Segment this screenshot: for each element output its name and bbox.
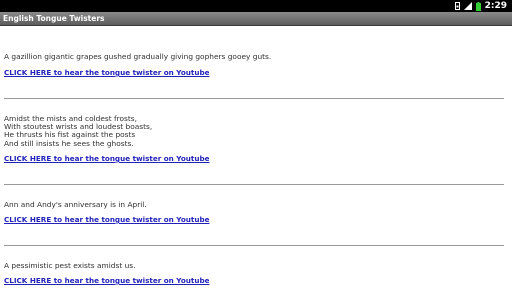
youtube-link[interactable]: CLICK HERE to hear the tongue twister on… xyxy=(4,69,209,77)
clock: 2:29 xyxy=(484,1,507,11)
youtube-link[interactable]: CLICK HERE to hear the tongue twister on… xyxy=(4,216,209,224)
divider xyxy=(4,184,504,185)
twister-line: And still insists he sees the ghosts. xyxy=(4,138,134,148)
divider xyxy=(4,98,504,99)
status-bar: 2:29 xyxy=(0,0,512,12)
app-title-bar: English Tongue Twisters xyxy=(0,12,512,26)
twister-text: Amidst the mists and coldest frosts, Wit… xyxy=(4,114,152,148)
youtube-link[interactable]: CLICK HERE to hear the tongue twister on… xyxy=(4,155,209,163)
twister-text: A pessimistic pest exists amidst us. xyxy=(4,261,136,270)
divider xyxy=(4,245,504,246)
twister-text: Ann and Andy's anniversary is in April. xyxy=(4,200,147,209)
signal-icon xyxy=(463,2,472,10)
status-icons: 2:29 xyxy=(454,0,507,12)
battery-icon xyxy=(475,1,481,11)
app-title: English Tongue Twisters xyxy=(3,14,105,23)
twister-text: A gazillion gigantic grapes gushed gradu… xyxy=(4,52,272,61)
twister-list[interactable]: A gazillion gigantic grapes gushed gradu… xyxy=(0,27,512,300)
sim-icon xyxy=(454,2,460,10)
youtube-link[interactable]: CLICK HERE to hear the tongue twister on… xyxy=(4,277,209,285)
